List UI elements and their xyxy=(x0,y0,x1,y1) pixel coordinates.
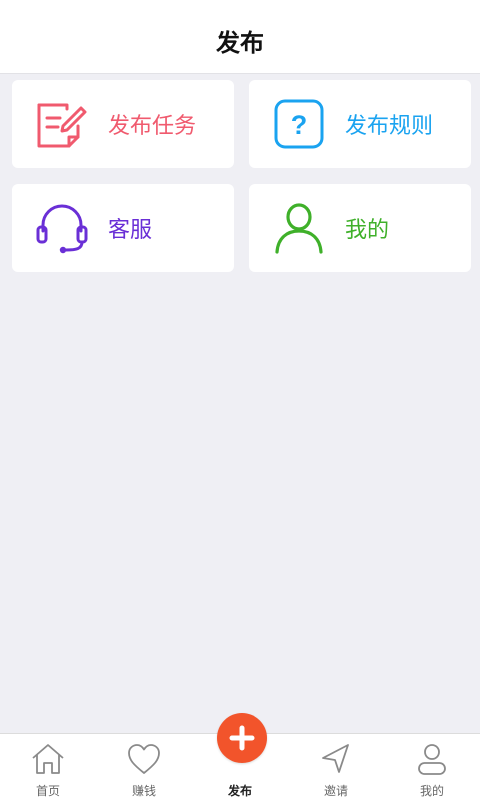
tab-home[interactable]: 首页 xyxy=(0,734,96,800)
header-bar: 发布 xyxy=(0,0,480,74)
tab-invite-label: 邀请 xyxy=(323,784,348,798)
edit-document-icon xyxy=(37,103,87,148)
publish-task-label: 发布任务 xyxy=(108,114,197,139)
user-icon xyxy=(418,744,446,775)
user-icon xyxy=(275,203,323,254)
customer-service-card[interactable]: 客服 xyxy=(12,184,234,272)
tab-mine-label: 我的 xyxy=(419,784,444,798)
page-title: 发布 xyxy=(216,29,264,57)
question-mark-icon: ? xyxy=(274,99,324,149)
tab-earn[interactable]: 赚钱 xyxy=(96,734,192,800)
publish-rules-card[interactable]: ? 发布规则 xyxy=(249,80,471,168)
publish-rules-label: 发布规则 xyxy=(345,114,434,139)
publish-fab-button[interactable] xyxy=(217,713,267,763)
publish-task-card[interactable]: 发布任务 xyxy=(12,80,234,168)
svg-text:?: ? xyxy=(291,110,308,140)
tab-mine[interactable]: 我的 xyxy=(384,734,480,800)
tab-publish-label: 发布 xyxy=(227,784,252,798)
headset-icon xyxy=(36,204,88,254)
plus-icon xyxy=(229,725,255,751)
heart-icon xyxy=(128,744,160,774)
tab-invite[interactable]: 邀请 xyxy=(288,734,384,800)
home-icon xyxy=(32,744,64,774)
my-profile-label: 我的 xyxy=(345,218,390,243)
send-icon xyxy=(322,744,349,773)
my-profile-card[interactable]: 我的 xyxy=(249,184,471,272)
tab-earn-label: 赚钱 xyxy=(131,784,156,798)
tab-home-label: 首页 xyxy=(35,784,60,798)
customer-service-label: 客服 xyxy=(108,218,153,243)
